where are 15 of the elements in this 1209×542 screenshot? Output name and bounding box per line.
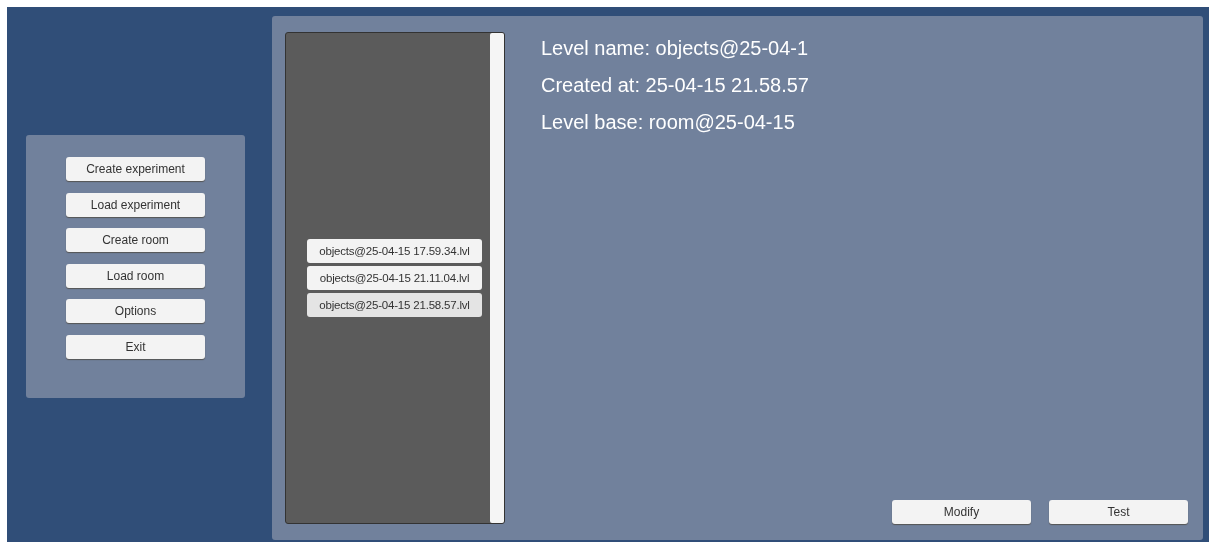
level-file-item[interactable]: objects@25-04-15 21.58.57.lvl: [307, 293, 482, 317]
scrollbar[interactable]: [490, 33, 504, 523]
level-file-item[interactable]: objects@25-04-15 17.59.34.lvl: [307, 239, 482, 263]
action-button[interactable]: Test: [1049, 500, 1188, 524]
level-info-text: Created at: 25-04-15 21.58.57: [541, 73, 810, 98]
level-file-item[interactable]: objects@25-04-15 21.11.04.lvl: [307, 266, 482, 290]
menu-button[interactable]: Create experiment: [66, 157, 205, 181]
menu-button[interactable]: Create room: [66, 228, 205, 252]
action-button[interactable]: Modify: [892, 500, 1031, 524]
level-info-text: Level base: room@25-04-15: [541, 110, 796, 135]
level-info-text: Level name: objects@25-04-1: [541, 36, 810, 61]
menu-button[interactable]: Load room: [66, 263, 205, 288]
menu-button[interactable]: Options: [66, 299, 205, 323]
menu-button[interactable]: Exit: [66, 334, 205, 359]
menu-button[interactable]: Load experiment: [66, 192, 205, 217]
